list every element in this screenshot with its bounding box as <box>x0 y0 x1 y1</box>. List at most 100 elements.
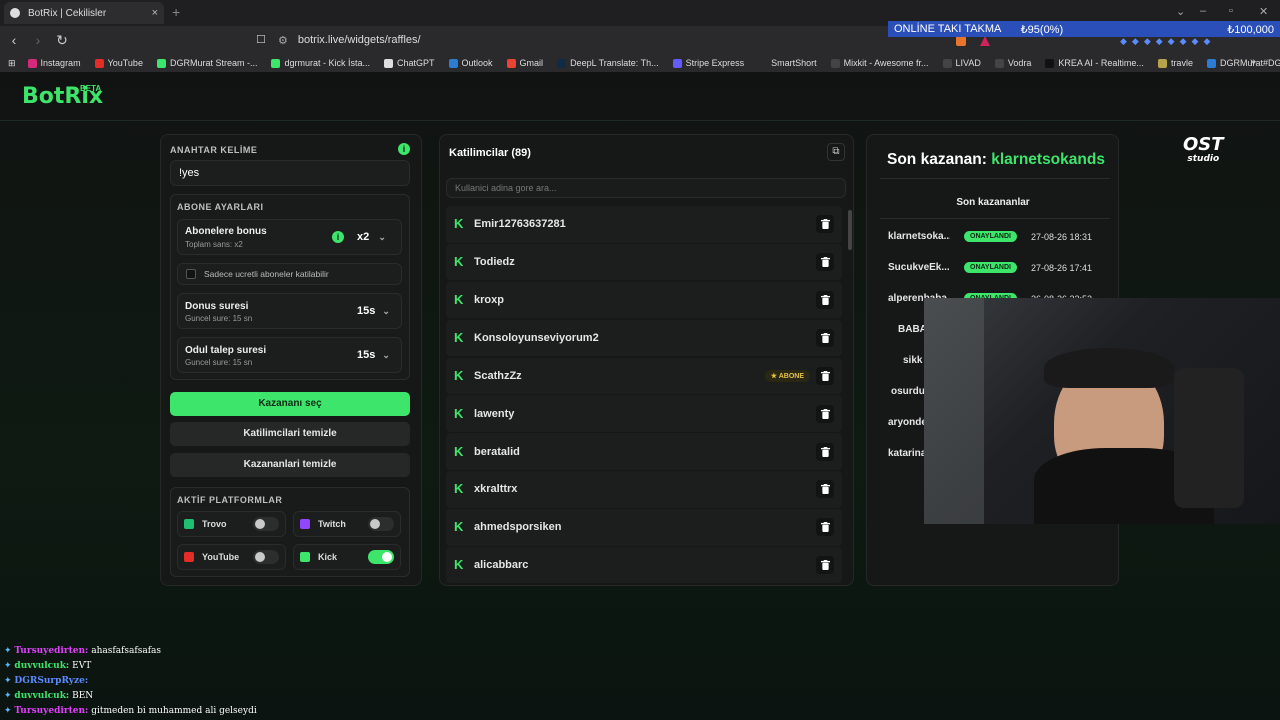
participant-row[interactable]: Kahmedsporsiken <box>446 509 842 546</box>
last-winner-name: klarnetsokands <box>991 151 1105 168</box>
participant-search-input[interactable]: Kullanici adina gore ara... <box>446 178 846 198</box>
delete-icon[interactable] <box>816 215 834 234</box>
participant-row[interactable]: Kxkralttrx <box>446 471 842 508</box>
delete-icon[interactable] <box>816 442 834 461</box>
minimize-icon[interactable]: – <box>1200 5 1206 17</box>
participant-row[interactable]: Kalicabbarc <box>446 546 842 584</box>
platform-label: Trovo <box>202 519 227 529</box>
apps-icon[interactable]: ⊞ <box>8 58 16 69</box>
bookmark-item[interactable]: Vodra <box>994 58 1031 68</box>
winner-row[interactable]: SucukveEk... ONAYLANDI 27-08-26 17:41 <box>888 252 1108 283</box>
delete-icon[interactable] <box>816 291 834 309</box>
bookmark-item[interactable]: DeepL Translate: Th... <box>557 58 659 68</box>
bookmark-favicon-icon <box>156 58 166 68</box>
platform-trovo: Trovo <box>177 511 286 537</box>
scrollbar-thumb[interactable] <box>848 210 852 250</box>
delete-icon[interactable] <box>816 328 834 347</box>
participant-row[interactable]: Kberatalid <box>446 433 842 470</box>
bookmark-item[interactable]: Instagram <box>27 58 81 68</box>
trovo-icon <box>184 519 194 529</box>
chat-badge-icon: ✦ <box>4 646 15 656</box>
close-window-icon[interactable]: ✕ <box>1259 5 1268 18</box>
bookmark-item[interactable]: Mixkit - Awesome fr... <box>830 58 929 68</box>
winner-date: 27-08-26 18:31 <box>1030 231 1093 242</box>
bookmark-item[interactable]: KREA AI - Realtime... <box>1045 58 1144 68</box>
bookmark-item[interactable]: YouTube <box>94 58 143 68</box>
platform-toggle[interactable] <box>368 550 394 564</box>
platform-toggle[interactable] <box>253 550 279 564</box>
chat-username: DGRSurpRyze: <box>14 676 89 686</box>
bonus-info-icon[interactable]: i <box>332 231 344 243</box>
brave-shield-icon[interactable] <box>956 36 966 46</box>
browser-tab[interactable]: BotRix | Cekilisler × <box>4 2 164 24</box>
chat-text: gitmeden bi muhammed ali gelseydi <box>91 706 257 716</box>
platform-label: YouTube <box>202 552 240 562</box>
pick-winner-button[interactable]: Kazananı seç <box>170 392 410 416</box>
ticker-value1: ₺95(0%) <box>1020 23 1064 36</box>
paid-only-checkbox[interactable] <box>186 269 196 279</box>
kick-icon: K <box>454 557 464 573</box>
bookmark-item[interactable]: Outlook <box>448 58 493 68</box>
extension-icons[interactable]: ◆◆◆◆◆◆◆◆ <box>1120 36 1215 47</box>
bookmarks-more-icon[interactable]: » <box>1250 56 1256 68</box>
paid-only-row[interactable]: Sadece ucretli aboneler katilabilir <box>177 263 402 285</box>
delete-icon[interactable] <box>816 404 834 423</box>
clear-participants-button[interactable]: Katilimcilari temizle <box>170 422 410 446</box>
winner-row[interactable]: klarnetsoka... ONAYLANDI 27-08-26 18:31 <box>888 221 1108 252</box>
forward-icon[interactable]: › <box>28 32 48 48</box>
botrix-favicon-icon <box>10 8 20 18</box>
participant-name: ScathzZz <box>474 369 522 382</box>
participant-row[interactable]: K Emir12763637281 <box>446 206 842 243</box>
delete-icon[interactable] <box>816 366 834 385</box>
approved-badge: ONAYLANDI <box>964 262 1017 273</box>
chat-message: ✦ DGRSurpRyze: <box>4 676 88 686</box>
url-field[interactable]: ⚙ botrix.live/widgets/raffles/ <box>278 30 918 50</box>
platform-kick: Kick <box>293 544 401 570</box>
bookmark-icon[interactable]: ☐ <box>256 33 266 46</box>
platform-toggle[interactable] <box>253 517 279 531</box>
bookmark-item[interactable]: SmartShort <box>758 58 817 68</box>
duration-select[interactable]: 15s ⌄ <box>357 305 390 317</box>
bookmark-item[interactable]: LIVAD <box>942 58 981 68</box>
restore-icon[interactable]: ▫ <box>1229 5 1233 17</box>
twitch-icon <box>300 519 310 529</box>
delete-icon[interactable] <box>816 518 834 537</box>
last-winner: Son kazanan: klarnetsokands <box>887 151 1105 169</box>
bookmark-item[interactable]: Stripe Express <box>672 58 744 68</box>
claim-title: Odul talep suresi <box>185 345 267 356</box>
chevron-down-icon: ⌄ <box>382 350 390 360</box>
delete-icon[interactable] <box>816 556 834 575</box>
platform-toggle[interactable] <box>368 517 394 531</box>
kick-icon: K <box>454 519 464 535</box>
delete-icon[interactable] <box>816 253 834 272</box>
participant-row[interactable]: K ScathzZz ★ ABONE <box>446 357 842 394</box>
reload-icon[interactable]: ↻ <box>52 32 72 49</box>
back-icon[interactable]: ‹ <box>4 32 24 48</box>
participant-row[interactable]: K Todiedz <box>446 243 842 281</box>
divider <box>880 218 1110 219</box>
tab-close-icon[interactable]: × <box>152 7 158 19</box>
participant-row[interactable]: Klawenty <box>446 395 842 432</box>
participants-title: Katilimcilar (89) <box>449 147 531 159</box>
site-settings-icon[interactable]: ⚙ <box>278 34 288 47</box>
participant-row[interactable]: K Konsoloyunseviyorum2 <box>446 319 842 357</box>
keyword-info-icon[interactable]: i <box>398 143 410 155</box>
last-winner-label: Son kazanan: <box>887 151 987 168</box>
tab-list-icon[interactable]: ⌄ <box>1176 5 1185 18</box>
bookmark-item[interactable]: Gmail <box>506 58 544 68</box>
youtube-icon <box>184 552 194 562</box>
keyword-input[interactable]: !yes <box>170 160 410 186</box>
bookmark-item[interactable]: DGRMurat#DGR (E... <box>1206 58 1280 68</box>
claim-select[interactable]: 15s ⌄ <box>357 349 390 361</box>
new-tab-button[interactable]: + <box>172 4 180 20</box>
participant-row[interactable]: Kkroxp <box>446 281 842 319</box>
bookmark-item[interactable]: ChatGPT <box>384 58 435 68</box>
bonus-select[interactable]: x2 ⌄ <box>357 231 386 243</box>
delete-icon[interactable] <box>816 480 834 499</box>
bookmark-label: Gmail <box>519 58 544 68</box>
clear-winners-button[interactable]: Kazananlari temizle <box>170 453 410 477</box>
bookmark-item[interactable]: travle <box>1157 58 1193 68</box>
bookmark-item[interactable]: dgrmurat - Kick İsta... <box>271 58 370 68</box>
copy-icon[interactable]: ⧉ <box>827 143 845 161</box>
bookmark-item[interactable]: DGRMurat Stream -... <box>156 58 257 68</box>
